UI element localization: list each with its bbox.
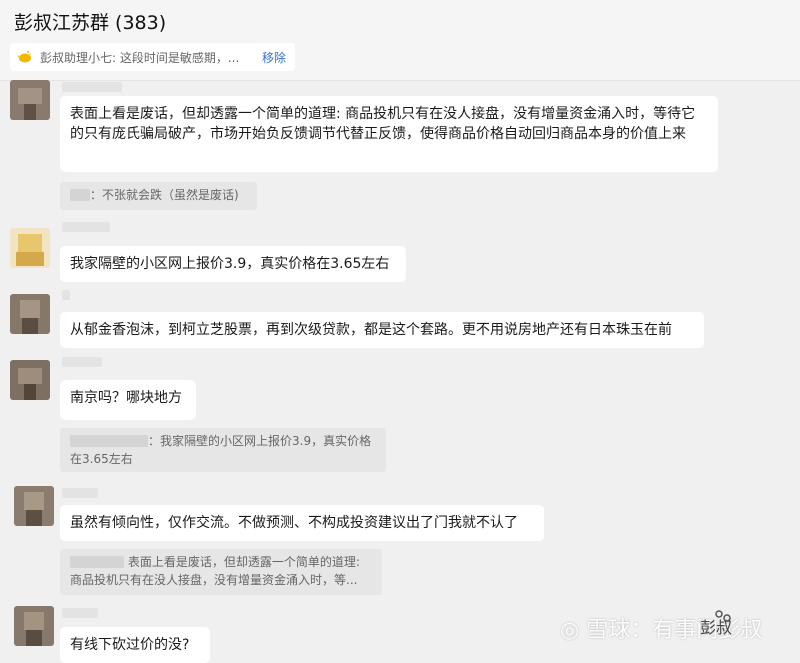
avatar[interactable] [14, 486, 54, 526]
message-bubble[interactable]: 我家隔壁的小区网上报价3.9，真实价格在3.65左右 [60, 246, 406, 282]
quoted-sender [70, 189, 90, 201]
sender-name [62, 290, 70, 300]
sender-name [62, 488, 98, 498]
sender-name [62, 82, 122, 92]
remove-pin-button[interactable]: 移除 [262, 49, 286, 66]
sender-name [62, 222, 110, 232]
quote-reply[interactable]: ：我家隔壁的小区网上报价3.9，真实价格 在3.65左右 [60, 428, 386, 472]
quote-text: ：我家隔壁的小区网上报价3.9，真实价格 [148, 434, 372, 448]
announcement-icon [17, 51, 31, 63]
header-divider [0, 80, 800, 81]
quote-reply[interactable]: 表面上看是废话，但却透露一个简单的道理: 商品投机只有在没人接盘，没有增量资金涌… [60, 549, 382, 595]
quote-text-continued: 在3.65左右 [70, 452, 133, 466]
watermark-account: 彭叔 [700, 618, 733, 637]
quoted-sender [70, 556, 124, 568]
avatar[interactable] [10, 228, 50, 268]
quoted-sender [70, 435, 148, 447]
pinned-message[interactable]: 彭叔助理小七: 这段时间是敏感期，... 移除 [10, 43, 295, 71]
sender-name [62, 608, 98, 618]
message-text: 有线下砍过价的没? [70, 637, 190, 653]
message-text: 虽然有倾向性，仅作交流。不做预测、不构成投资建议出了门我就不认了 [70, 515, 518, 531]
chat-title: 彭叔江苏群 (383) [14, 12, 167, 34]
message-bubble[interactable]: 有线下砍过价的没? [60, 627, 210, 663]
quote-reply[interactable]: ：不张就会跌（虽然是废话) [60, 182, 257, 210]
avatar[interactable] [10, 80, 50, 120]
message-text: 南京吗？哪块地方 [70, 390, 182, 406]
avatar[interactable] [10, 294, 50, 334]
chat-header: 彭叔江苏群 (383) 彭叔助理小七: 这段时间是敏感期，... 移除 [0, 0, 800, 80]
pinned-message-text: 彭叔助理小七: 这段时间是敏感期，... [40, 51, 240, 65]
message-bubble[interactable]: 从郁金香泡沫，到柯立芝股票，再到次级贷款，都是这个套路。更不用说房地产还有日本珠… [60, 312, 704, 348]
avatar[interactable] [10, 360, 50, 400]
message-text: 表面上看是废话，但却透露一个简单的道理: 商品投机只有在没人接盘，没有增量资金涌… [70, 106, 696, 142]
avatar[interactable] [14, 606, 54, 646]
quote-text: 表面上看是废话，但却透露一个简单的道理: [127, 555, 360, 569]
message-bubble[interactable]: 表面上看是废话，但却透露一个简单的道理: 商品投机只有在没人接盘，没有增量资金涌… [60, 96, 718, 172]
message-bubble[interactable]: 虽然有倾向性，仅作交流。不做预测、不构成投资建议出了门我就不认了 [60, 505, 544, 541]
message-bubble[interactable]: 南京吗？哪块地方 [60, 380, 196, 420]
sender-name [62, 357, 102, 367]
quote-text-continued: 商品投机只有在没人接盘，没有增量资金涌入时，等... [70, 573, 358, 587]
message-text: 从郁金香泡沫，到柯立芝股票，再到次级贷款，都是这个套路。更不用说房地产还有日本珠… [70, 322, 672, 338]
quote-text: ：不张就会跌（虽然是废话) [90, 188, 239, 202]
message-text: 我家隔壁的小区网上报价3.9，真实价格在3.65左右 [70, 256, 390, 272]
